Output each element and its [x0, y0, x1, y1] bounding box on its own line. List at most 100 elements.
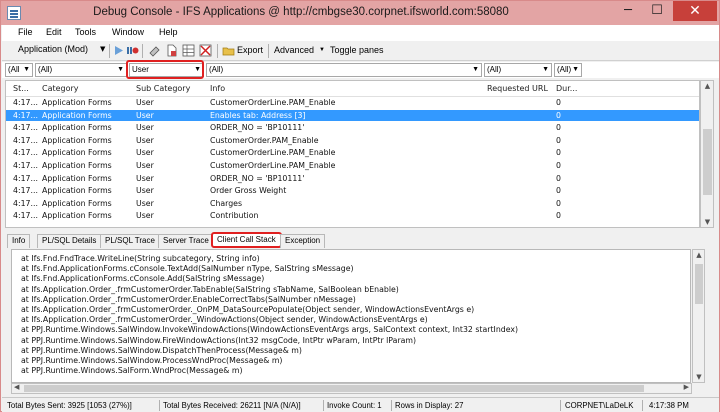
- cell-subcategory: User: [136, 110, 154, 120]
- minimize-button[interactable]: ─: [614, 1, 642, 21]
- scroll-thumb[interactable]: [695, 264, 703, 304]
- export-button[interactable]: Export: [237, 45, 263, 55]
- cell-duration: 0: [556, 135, 561, 145]
- scroll-thumb[interactable]: [24, 385, 644, 392]
- table-row[interactable]: 4:17... Application Forms User ORDER_NO = '…: [6, 173, 699, 185]
- col-info[interactable]: Info: [210, 84, 225, 93]
- cell-time: 4:17...: [13, 135, 38, 145]
- cell-category: Application Forms: [42, 123, 112, 133]
- status-separator: [323, 400, 324, 411]
- table-row[interactable]: 4:17... Application Forms User CustomerOrde…: [6, 135, 699, 147]
- cell-duration: 0: [556, 98, 561, 107]
- filter-status[interactable]: (All ▼: [5, 63, 33, 77]
- stack-line: at PPJ.Runtime.Windows.SalWindow.Process…: [21, 356, 283, 365]
- table-row[interactable]: 4:17... Application Forms User Enables tab:…: [6, 109, 699, 122]
- cell-duration: 0: [556, 173, 561, 183]
- menu-edit[interactable]: Edit: [46, 27, 62, 37]
- stack-line: at Ifs.Application.Order_.frmCustomerOrd…: [21, 305, 475, 314]
- table-row[interactable]: 4:17... Application Forms User Charges 0: [6, 198, 699, 210]
- scroll-right-icon[interactable]: ▶: [684, 383, 689, 391]
- cell-duration: 0: [556, 211, 561, 221]
- col-duration[interactable]: Dur...: [556, 84, 577, 93]
- title-bar[interactable]: Debug Console - IFS Applications @ http:…: [1, 1, 719, 25]
- menu-window[interactable]: Window: [112, 27, 144, 37]
- toolbar-separator: [142, 44, 143, 58]
- eraser-icon[interactable]: [148, 44, 161, 57]
- close-button[interactable]: ✕: [673, 1, 717, 21]
- advanced-caret-icon[interactable]: ▼: [319, 47, 325, 53]
- scroll-up-icon[interactable]: ▲: [701, 82, 714, 90]
- cell-time: 4:17...: [13, 98, 38, 107]
- scroll-thumb[interactable]: [703, 129, 712, 195]
- col-url[interactable]: Requested URL: [487, 84, 548, 93]
- cell-subcategory: User: [136, 148, 154, 158]
- subcategory-highlight: [126, 60, 204, 79]
- pause-record-icon[interactable]: [126, 44, 139, 57]
- play-icon[interactable]: [112, 44, 125, 57]
- filter-row: (All ▼ (All) ▼ User ▼ (All) ▼ (All) ▼ (All) ▼: [2, 62, 719, 78]
- menu-file[interactable]: File: [18, 27, 33, 37]
- cell-time: 4:17...: [13, 211, 38, 221]
- cell-category: Application Forms: [42, 98, 112, 107]
- toggle-panes-button[interactable]: Toggle panes: [330, 45, 384, 55]
- clear-grid-icon[interactable]: [199, 44, 212, 57]
- stack-horizontal-scrollbar[interactable]: ◀ ▶: [11, 383, 692, 394]
- menu-tools[interactable]: Tools: [75, 27, 96, 37]
- col-subcategory[interactable]: Sub Category: [136, 84, 190, 93]
- grid-vertical-scrollbar[interactable]: ▲ ▼: [700, 80, 714, 228]
- scroll-down-icon[interactable]: ▼: [701, 218, 714, 226]
- call-stack-text[interactable]: at Ifs.Fnd.FndTrace.WriteLine(String sub…: [11, 249, 691, 383]
- filter-duration[interactable]: (All) ▼: [554, 63, 582, 77]
- table-row[interactable]: 4:17... Application Forms User Order Gross …: [6, 185, 699, 197]
- toolbar-separator: [268, 44, 269, 58]
- document-icon[interactable]: [165, 44, 178, 57]
- cell-info: Order Gross Weight: [210, 186, 287, 196]
- table-row[interactable]: 4:17... Application Forms User Contribution…: [6, 210, 699, 222]
- tab-plsql-trace[interactable]: PL/SQL Trace: [100, 234, 160, 248]
- scroll-down-icon[interactable]: ▼: [693, 373, 705, 381]
- tab-server-trace[interactable]: Server Trace: [158, 234, 214, 248]
- filter-category[interactable]: (All) ▼: [35, 63, 127, 77]
- advanced-menu[interactable]: Advanced: [274, 45, 314, 55]
- cell-info: CustomerOrderLine.PAM_Enable: [210, 98, 336, 107]
- tab-info[interactable]: Info: [7, 234, 31, 248]
- table-row[interactable]: 4:17... Application Forms User CustomerOrde…: [6, 160, 699, 172]
- scroll-up-icon[interactable]: ▲: [693, 251, 705, 259]
- cell-subcategory: User: [136, 211, 154, 221]
- status-rows-display: Rows in Display: 27: [395, 401, 464, 410]
- cell-subcategory: User: [136, 186, 154, 196]
- stack-line: at Ifs.Application.Order_.frmCustomerOrd…: [21, 294, 356, 304]
- col-category[interactable]: Category: [42, 84, 79, 93]
- tab-exception[interactable]: Exception: [280, 234, 326, 248]
- mode-dropdown[interactable]: Application (Mod): [18, 44, 88, 54]
- cell-category: Application Forms: [42, 161, 112, 170]
- menu-help[interactable]: Help: [159, 27, 178, 37]
- menu-bar: File Edit Tools Window Help: [2, 25, 719, 41]
- tab-client-call-stack[interactable]: Client Call Stack: [211, 232, 282, 248]
- cell-category: Application Forms: [42, 173, 112, 183]
- toolbar-separator: [217, 44, 218, 58]
- scroll-left-icon[interactable]: ◀: [14, 383, 19, 391]
- stack-line: at PPJ.Runtime.Windows.SalWindow.Dispatc…: [21, 345, 302, 355]
- tab-plsql-details[interactable]: PL/SQL Details: [37, 234, 102, 248]
- col-status[interactable]: St...: [13, 84, 29, 93]
- filter-info[interactable]: (All) ▼: [206, 63, 482, 77]
- table-row[interactable]: 4:17... Application Forms User CustomerOrde…: [6, 147, 699, 159]
- cell-duration: 0: [556, 148, 561, 158]
- cell-subcategory: User: [136, 173, 154, 183]
- filter-url[interactable]: (All) ▼: [484, 63, 552, 77]
- maximize-button[interactable]: ☐: [643, 1, 671, 21]
- grid-icon[interactable]: [182, 44, 195, 57]
- table-row[interactable]: 4:17... Application Forms User ORDER_NO = '…: [6, 122, 699, 134]
- status-separator: [391, 400, 392, 411]
- stack-line: at Ifs.Fnd.FndTrace.WriteLine(String sub…: [21, 254, 260, 263]
- table-row[interactable]: 4:17... Application Forms User CustomerOrde…: [6, 97, 699, 109]
- chevron-down-icon[interactable]: ▼: [100, 45, 105, 53]
- stack-line: at PPJ.Runtime.Windows.SalForm.WndProc(M…: [21, 366, 243, 376]
- log-grid[interactable]: St... Category Sub Category Info Request…: [5, 80, 700, 228]
- cell-time: 4:17...: [13, 161, 38, 170]
- stack-line: at Ifs.Application.Order_.frmCustomerOrd…: [21, 284, 399, 294]
- stack-vertical-scrollbar[interactable]: ▲ ▼: [692, 249, 705, 383]
- export-folder-icon[interactable]: [222, 44, 235, 57]
- cell-info: ORDER_NO = 'BP10111': [210, 123, 305, 133]
